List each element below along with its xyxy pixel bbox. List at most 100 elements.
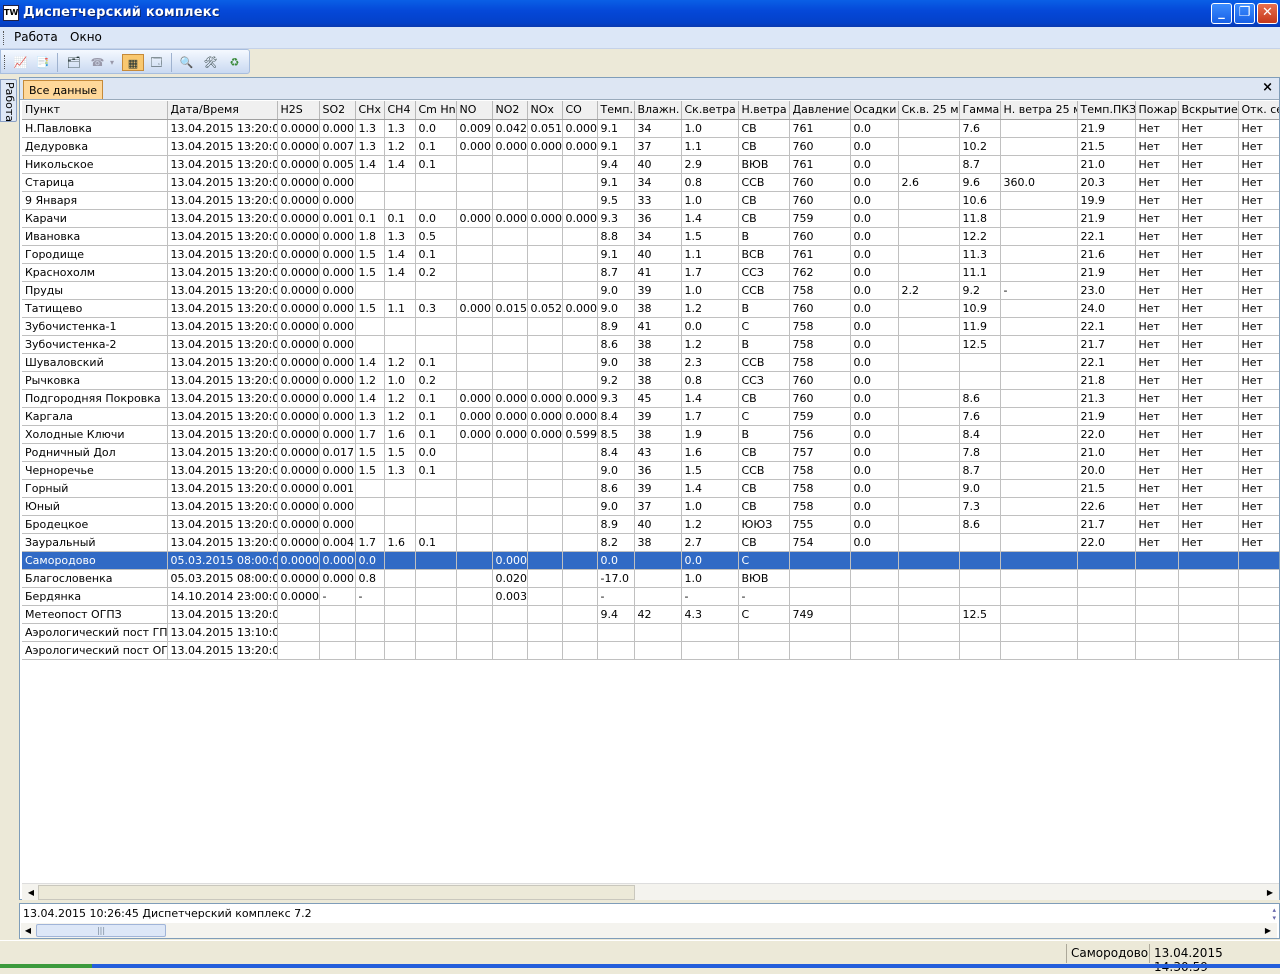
table-row[interactable]: Подгородняя Покровка 13.04.2015 13:20:00 0…: [22, 389, 1279, 408]
table-row[interactable]: Каргала 13.04.2015 13:20:00 0.0000 0.000 1.3…: [22, 407, 1279, 426]
table-cell: [1000, 533, 1078, 552]
table-cell: 0.8: [681, 173, 739, 192]
log-scroll-thumb[interactable]: |||: [36, 924, 166, 937]
column-header[interactable]: Н. ветра 25 м: [1000, 101, 1078, 120]
table-row[interactable]: Рычковка 13.04.2015 13:20:00 0.0000 0.000 1.…: [22, 371, 1279, 390]
table-row[interactable]: Самородово 05.03.2015 08:00:00 0.0000 0.000…: [22, 551, 1279, 570]
table-cell: ССВ: [738, 281, 790, 300]
table-row[interactable]: Дедуровка 13.04.2015 13:20:00 0.0000 0.007 1…: [22, 137, 1279, 156]
table-row[interactable]: Зубочистенка-2 13.04.2015 13:20:00 0.0000 0…: [22, 335, 1279, 354]
table-row[interactable]: Карачи 13.04.2015 13:20:00 0.0000 0.001 0.1 0…: [22, 209, 1279, 228]
table-cell: 13.04.2015 13:20:00: [167, 641, 278, 660]
preview-icon[interactable]: 🔍: [178, 54, 195, 71]
column-header[interactable]: CHx: [355, 101, 385, 120]
table-cell: [898, 623, 960, 642]
column-header[interactable]: SO2: [319, 101, 356, 120]
scroll-left-icon[interactable]: ◀: [21, 924, 35, 937]
table-row[interactable]: Краснохолм 13.04.2015 13:20:00 0.0000 0.000…: [22, 263, 1279, 282]
column-header[interactable]: Вскрытие: [1178, 101, 1239, 120]
column-header[interactable]: Темп.: [597, 101, 635, 120]
table-cell: 40: [634, 155, 682, 174]
close-icon[interactable]: ✕: [1257, 3, 1278, 24]
column-header[interactable]: Cm Hn: [415, 101, 457, 120]
scroll-right-icon[interactable]: ▶: [1263, 886, 1277, 899]
menu-work[interactable]: Работа: [14, 30, 58, 44]
table-cell: 11.9: [959, 317, 1001, 336]
table-row[interactable]: Никольское 13.04.2015 13:20:00 0.0000 0.005…: [22, 155, 1279, 174]
table-cell: 0.0: [681, 551, 739, 570]
table-row[interactable]: Зауральный 13.04.2015 13:20:00 0.0000 0.004…: [22, 533, 1279, 552]
refresh-icon[interactable]: ♻: [226, 54, 243, 71]
data-grid[interactable]: Пункт Дата/Время H2S SO2 CHx CH4 Cm Hn NO NO2 NOx…: [22, 101, 1279, 883]
table-row[interactable]: Юный 13.04.2015 13:20:00 0.0000 0.000 9.0 37 1…: [22, 497, 1279, 516]
table-row[interactable]: 9 Января 13.04.2015 13:20:00 0.0000 0.000 9.…: [22, 191, 1279, 210]
table-row[interactable]: Аэрологический пост ГПУ 13.04.2015 13:10:…: [22, 623, 1279, 642]
table-cell: 0.000: [319, 119, 356, 138]
table-cell: СВ: [738, 209, 790, 228]
column-header[interactable]: Ск.в. 25 м: [898, 101, 960, 120]
column-header[interactable]: NO2: [492, 101, 528, 120]
chart-icon[interactable]: 📈: [12, 54, 29, 71]
column-header[interactable]: Осадки: [850, 101, 899, 120]
table-row[interactable]: Шуваловский 13.04.2015 13:20:00 0.0000 0.00…: [22, 353, 1279, 372]
scroll-left-icon[interactable]: ◀: [24, 886, 38, 899]
tab-close-icon[interactable]: ×: [1262, 80, 1273, 95]
column-header[interactable]: Отк. се: [1238, 101, 1279, 120]
table-cell: 0.0: [850, 245, 899, 264]
column-header[interactable]: Дата/Время: [167, 101, 278, 120]
log-spin-icon[interactable]: ▴ ▾: [1272, 906, 1276, 922]
table-row[interactable]: Зубочистенка-1 13.04.2015 13:20:00 0.0000 0…: [22, 317, 1279, 336]
table-row[interactable]: Аэрологический пост ОГПЗ13.04.2015 13:20…: [22, 641, 1279, 660]
table-row[interactable]: Пруды 13.04.2015 13:20:00 0.0000 0.000 9.0 39…: [22, 281, 1279, 300]
column-header[interactable]: Давление: [789, 101, 851, 120]
table-row[interactable]: Ивановка 13.04.2015 13:20:00 0.0000 0.000 1.…: [22, 227, 1279, 246]
table-row[interactable]: Черноречье 13.04.2015 13:20:00 0.0000 0.000…: [22, 461, 1279, 480]
table-row[interactable]: Н.Павловка 13.04.2015 13:20:00 0.0000 0.000…: [22, 119, 1279, 138]
tab-all-data[interactable]: Все данные: [23, 80, 104, 99]
menu-window[interactable]: Окно: [70, 30, 102, 44]
table-cell: 0.0: [850, 497, 899, 516]
table-row[interactable]: Бродецкое 13.04.2015 13:20:00 0.0000 0.000 8…: [22, 515, 1279, 534]
table-cell: [456, 335, 493, 354]
table-row[interactable]: Метеопост ОГПЗ 13.04.2015 13:20:00 9.4 42 4.…: [22, 605, 1279, 624]
settings-tools-icon[interactable]: 🛠: [202, 54, 219, 71]
column-header[interactable]: Н.ветра: [738, 101, 790, 120]
table-row[interactable]: Родничный Дол 13.04.2015 13:20:00 0.0000 0.…: [22, 443, 1279, 462]
log-horizontal-scrollbar[interactable]: ◀ ||| ▶: [21, 923, 1277, 938]
phone-icon[interactable]: ☎: [89, 54, 106, 71]
properties-icon[interactable]: 🗂: [65, 54, 82, 71]
table-row[interactable]: Бердянка 14.10.2014 23:00:00 0.0000- -0.003…: [22, 587, 1279, 606]
column-header[interactable]: CH4: [384, 101, 416, 120]
column-header[interactable]: Пожар: [1135, 101, 1179, 120]
column-header[interactable]: NOx: [527, 101, 563, 120]
table-row[interactable]: Татищево 13.04.2015 13:20:00 0.0000 0.000 1.…: [22, 299, 1279, 318]
table-cell: Нет: [1135, 173, 1179, 192]
table-cell: 0.0: [850, 515, 899, 534]
tab-bar: Все данные ×: [20, 78, 1279, 100]
window-list-icon[interactable]: 🗔: [148, 54, 165, 71]
table-row[interactable]: Холодные Ключи 13.04.2015 13:20:00 0.0000 0…: [22, 425, 1279, 444]
table-view-icon[interactable]: ▦: [122, 54, 144, 71]
table-cell: [597, 641, 635, 660]
table-row[interactable]: Горный 13.04.2015 13:20:00 0.0000 0.001 8.6 3…: [22, 479, 1279, 498]
column-header[interactable]: CO: [562, 101, 598, 120]
table-row[interactable]: Благословенка 05.03.2015 08:00:00 0.0000 0.…: [22, 569, 1279, 588]
column-header[interactable]: H2S: [277, 101, 320, 120]
column-header[interactable]: Темп.ПКЗ: [1077, 101, 1136, 120]
table-row[interactable]: Старица 13.04.2015 13:20:00 0.0000 0.000 9.1…: [22, 173, 1279, 192]
chevron-down-icon[interactable]: ▾: [107, 54, 117, 71]
window-title-bar[interactable]: TW Диспетчерский комплекс _ ❐ ✕: [0, 0, 1280, 27]
column-header[interactable]: Пункт: [22, 101, 168, 120]
grid-horizontal-scrollbar[interactable]: ◀ ▶: [22, 883, 1279, 900]
column-header[interactable]: Ск.ветра: [681, 101, 739, 120]
report-icon[interactable]: 📑: [34, 54, 51, 71]
side-tab-work[interactable]: Работа: [0, 79, 17, 122]
scroll-thumb[interactable]: [38, 885, 635, 900]
table-row[interactable]: Городище 13.04.2015 13:20:00 0.0000 0.000 1.…: [22, 245, 1279, 264]
scroll-right-icon[interactable]: ▶: [1261, 924, 1275, 937]
column-header[interactable]: Гамма: [959, 101, 1001, 120]
minimize-icon[interactable]: _: [1211, 3, 1232, 24]
column-header[interactable]: Влажн.: [634, 101, 682, 120]
maximize-icon[interactable]: ❐: [1234, 3, 1255, 24]
column-header[interactable]: NO: [456, 101, 493, 120]
